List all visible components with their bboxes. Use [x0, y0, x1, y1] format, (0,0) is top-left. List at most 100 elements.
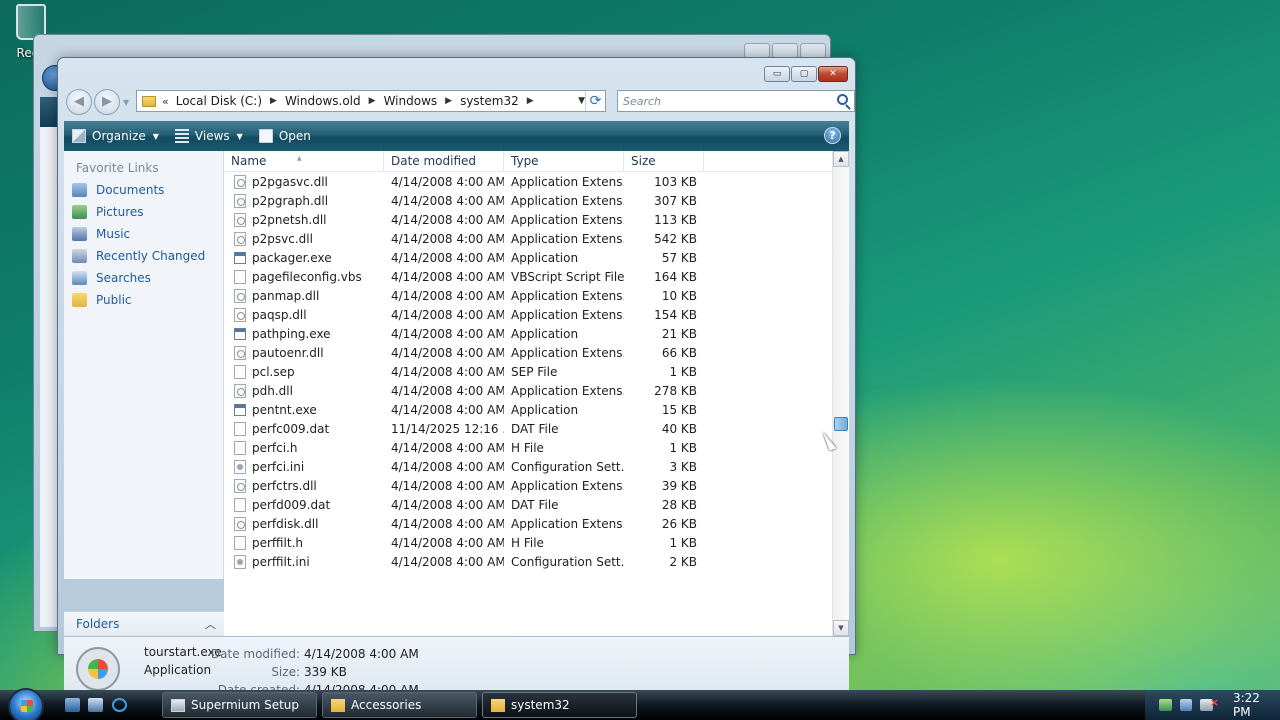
taskbar-button-system32[interactable]: system32	[482, 692, 637, 718]
scroll-up-icon[interactable]: ▲	[833, 151, 849, 167]
sidebar-item-searches[interactable]: Searches	[64, 267, 223, 289]
maximize-button[interactable]: ▢	[791, 66, 817, 82]
table-row[interactable]: p2pgraph.dll 4/14/2008 4:00 AM Application…	[224, 191, 849, 210]
file-name-cell: perfci.h	[224, 440, 384, 455]
open-button[interactable]: Open	[251, 121, 319, 151]
table-row[interactable]: pdh.dll 4/14/2008 4:00 AM Application Exte…	[224, 381, 849, 400]
help-icon[interactable]: ?	[824, 127, 841, 144]
file-name-cell: perfdisk.dll	[224, 516, 384, 531]
column-header-date-modified[interactable]: Date modified	[384, 151, 504, 171]
column-header-type[interactable]: Type	[504, 151, 624, 171]
sort-ascending-icon: ▲	[297, 155, 302, 162]
table-row[interactable]: perfdisk.dll 4/14/2008 4:00 AM Application…	[224, 514, 849, 533]
taskbar-button-accessories[interactable]: Accessories	[322, 692, 477, 718]
file-name: p2pnetsh.dll	[252, 212, 327, 227]
open-icon	[258, 129, 273, 143]
views-button[interactable]: Views ▼	[167, 121, 251, 151]
folder-icon	[491, 698, 505, 712]
table-row[interactable]: paqsp.dll 4/14/2008 4:00 AM Application Ex…	[224, 305, 849, 324]
table-row[interactable]: pentnt.exe 4/14/2008 4:00 AM Application 15…	[224, 400, 849, 419]
breadcrumb-separator-icon[interactable]: ▶	[369, 96, 376, 106]
sidebar-item-pictures[interactable]: Pictures	[64, 201, 223, 223]
back-button[interactable]: ◀	[66, 89, 92, 115]
search-icon[interactable]	[837, 94, 848, 105]
table-row[interactable]: panmap.dll 4/14/2008 4:00 AM Application E…	[224, 286, 849, 305]
column-header-size[interactable]: Size	[624, 151, 704, 171]
organize-button[interactable]: Organize ▼	[64, 121, 167, 151]
breadcrumb-separator-icon[interactable]: ▶	[270, 96, 277, 106]
breadcrumb-separator-icon[interactable]: ▶	[527, 96, 534, 106]
file-size: 1 KB	[669, 535, 697, 550]
close-button[interactable]: ✕	[818, 66, 848, 82]
breadcrumb-separator-icon[interactable]: ▶	[445, 96, 452, 106]
sidebar-item-recently-changed[interactable]: Recently Changed	[64, 245, 223, 267]
forward-button[interactable]: ▶	[94, 89, 120, 115]
file-list: ▲ Name Date modified Type Size p2pgasvc.…	[224, 151, 849, 636]
table-row[interactable]: perfc009.dat 11/14/2025 12:16 ... DAT File…	[224, 419, 849, 438]
safely-remove-icon[interactable]	[1159, 699, 1172, 711]
open-label: Open	[278, 129, 311, 143]
dll-icon	[234, 174, 246, 189]
breadcrumb-windows[interactable]: Windows	[384, 94, 438, 108]
address-dropdown-icon[interactable]: ▼	[578, 96, 585, 106]
file-date: 4/14/2008 4:00 AM	[391, 554, 504, 569]
table-row[interactable]: p2pgasvc.dll 4/14/2008 4:00 AM Application…	[224, 172, 849, 191]
table-row[interactable]: p2pnetsh.dll 4/14/2008 4:00 AM Application…	[224, 210, 849, 229]
maximize-icon[interactable]	[772, 43, 798, 58]
sidebar-item-documents[interactable]: Documents	[64, 179, 223, 201]
table-row[interactable]: pagefileconfig.vbs 4/14/2008 4:00 AM VBScr…	[224, 267, 849, 286]
table-row[interactable]: perfci.ini 4/14/2008 4:00 AM Configuration…	[224, 457, 849, 476]
address-bar[interactable]: « Local Disk (C:) ▶ Windows.old ▶ Window…	[136, 90, 606, 112]
setup-icon	[171, 698, 185, 712]
show-desktop-icon[interactable]	[65, 698, 80, 712]
switch-windows-icon[interactable]	[88, 698, 103, 712]
taskbar-button-supermium-setup[interactable]: Supermium Setup	[162, 692, 317, 718]
details-size: 339 KB	[304, 665, 347, 679]
search-input[interactable]	[618, 91, 818, 111]
table-row[interactable]: pautoenr.dll 4/14/2008 4:00 AM Application…	[224, 343, 849, 362]
table-row[interactable]: pcl.sep 4/14/2008 4:00 AM SEP File 1 KB	[224, 362, 849, 381]
column-header-name[interactable]: ▲ Name	[224, 151, 384, 171]
refresh-icon[interactable]: ⟳	[585, 91, 605, 111]
recently-changed-icon	[72, 249, 87, 263]
music-icon	[72, 227, 87, 241]
file-name-cell: pautoenr.dll	[224, 345, 384, 360]
file-size: 40 KB	[661, 421, 697, 436]
volume-muted-icon[interactable]	[1200, 696, 1218, 711]
breadcrumb-windows-old[interactable]: Windows.old	[285, 94, 361, 108]
minimize-button[interactable]: ▭	[764, 66, 790, 82]
table-row[interactable]: packager.exe 4/14/2008 4:00 AM Application…	[224, 248, 849, 267]
table-row[interactable]: perffilt.h 4/14/2008 4:00 AM H File 1 KB	[224, 533, 849, 552]
hidden-path-chevron-icon[interactable]: «	[162, 95, 169, 108]
recent-pages-dropdown-icon[interactable]: ▼	[123, 98, 129, 107]
close-icon[interactable]	[800, 43, 826, 58]
exe-icon	[234, 251, 246, 264]
network-icon[interactable]	[1179, 699, 1193, 711]
documents-icon	[72, 183, 87, 197]
sidebar-item-public[interactable]: Public	[64, 289, 223, 311]
table-row[interactable]: perffilt.ini 4/14/2008 4:00 AM Configurati…	[224, 552, 849, 571]
table-row[interactable]: pathping.exe 4/14/2008 4:00 AM Application…	[224, 324, 849, 343]
file-type: Application Extens...	[511, 345, 624, 360]
file-date: 4/14/2008 4:00 AM	[391, 383, 504, 398]
start-button[interactable]	[8, 688, 44, 720]
clock[interactable]: 3:22 PM	[1233, 691, 1280, 719]
scroll-down-icon[interactable]: ▼	[833, 620, 849, 636]
navigation-row: ◀ ▶ ▼ « Local Disk (C:) ▶ Windows.old ▶ …	[66, 88, 855, 116]
internet-explorer-icon[interactable]	[112, 698, 127, 712]
breadcrumb-system32[interactable]: system32	[460, 94, 519, 108]
sidebar-item-music[interactable]: Music	[64, 223, 223, 245]
table-row[interactable]: perfci.h 4/14/2008 4:00 AM H File 1 KB	[224, 438, 849, 457]
sidebar-item-label: Pictures	[96, 205, 144, 219]
folders-toggle[interactable]: Folders ︿	[64, 611, 224, 636]
minimize-icon[interactable]	[744, 43, 770, 58]
table-row[interactable]: perfctrs.dll 4/14/2008 4:00 AM Application…	[224, 476, 849, 495]
table-row[interactable]: p2psvc.dll 4/14/2008 4:00 AM Application E…	[224, 229, 849, 248]
file-name: packager.exe	[252, 250, 332, 265]
search-box	[617, 90, 855, 112]
breadcrumb-local-disk[interactable]: Local Disk (C:)	[176, 94, 262, 108]
scroll-thumb[interactable]	[834, 417, 848, 431]
file-type: Application Extens...	[511, 516, 624, 531]
table-row[interactable]: perfd009.dat 4/14/2008 4:00 AM DAT File 28 …	[224, 495, 849, 514]
vertical-scrollbar[interactable]: ▲ ▼	[832, 151, 849, 636]
